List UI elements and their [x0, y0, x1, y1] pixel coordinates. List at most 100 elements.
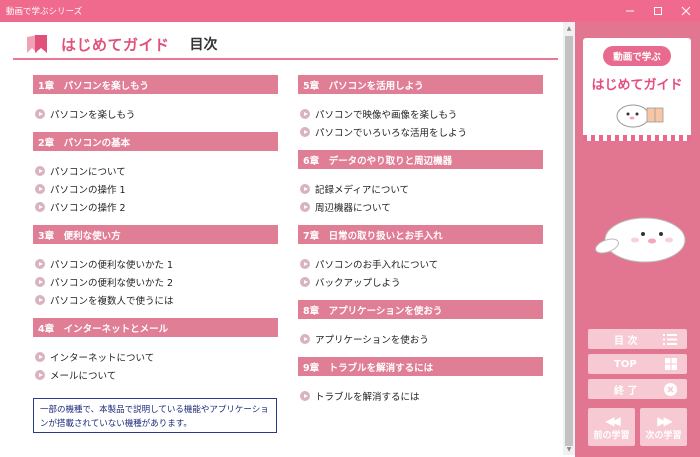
top-button[interactable]: TOP [588, 354, 687, 374]
toc-item[interactable]: 周辺機器について [298, 198, 543, 216]
toc-left-column: 1章 パソコンを楽しもう パソコンを楽しもう 2章 パソコンの基本 パソコンにつ… [33, 75, 278, 393]
prev-lesson-label: 前の学習 [593, 430, 630, 441]
chapter-group: 8章 アプリケーションを使おう アプリケーションを使おう [298, 300, 543, 348]
next-lesson-label: 次の学習 [645, 430, 682, 441]
chapter-heading[interactable]: 8章 アプリケーションを使おう [298, 300, 543, 319]
chapter-heading[interactable]: 5章 パソコンを活用しよう [298, 75, 543, 94]
toc-item-label: バックアップしよう [315, 278, 401, 289]
play-bullet-icon [35, 109, 45, 119]
page-title: はじめてガイド [61, 35, 170, 54]
toc-item[interactable]: パソコンについて [33, 162, 278, 180]
toc-item-label: 周辺機器について [315, 203, 391, 214]
toc-item[interactable]: インターネットについて [33, 348, 278, 366]
play-bullet-icon [300, 259, 310, 269]
top-button-label: TOP [614, 358, 637, 370]
toc-item[interactable]: パソコンの操作 1 [33, 180, 278, 198]
toc-item[interactable]: パソコンでいろいろな活用をしよう [298, 123, 543, 141]
play-bullet-icon [300, 127, 310, 137]
toc-item[interactable]: トラブルを解消するには [298, 387, 543, 405]
toc-item-label: パソコンの操作 2 [50, 203, 126, 214]
toc-item-label: パソコンの便利な使いかた 1 [50, 260, 174, 271]
chapter-group: 2章 パソコンの基本 パソコンについて パソコンの操作 1 パソコンの操作 2 [33, 132, 278, 216]
close-button[interactable] [672, 0, 700, 22]
toc-item[interactable]: バックアップしよう [298, 273, 543, 291]
app-logo: 動画で学ぶ はじめてガイド [583, 38, 691, 141]
toc-item-label: パソコンを楽しもう [50, 110, 136, 121]
play-bullet-icon [35, 202, 45, 212]
play-bullet-icon [35, 352, 45, 362]
page-header: はじめてガイド 目次 [13, 30, 558, 60]
toc-item-label: パソコンを複数人で使うには [50, 296, 174, 307]
scroll-down-icon[interactable]: ▼ [563, 443, 575, 455]
minimize-icon [626, 10, 634, 12]
chapter-group: 7章 日常の取り扱いとお手入れ パソコンのお手入れについて バックアップしよう [298, 225, 543, 291]
play-bullet-icon [35, 259, 45, 269]
window-title: 動画で学ぶシリーズ [6, 7, 83, 17]
toc-button[interactable]: 目 次 [588, 329, 687, 349]
prev-lesson-button[interactable]: ◀◀ 前の学習 [588, 408, 635, 446]
play-bullet-icon [300, 202, 310, 212]
close-circle-icon [664, 382, 677, 396]
toc-item[interactable]: パソコンの便利な使いかた 2 [33, 273, 278, 291]
play-bullet-icon [300, 109, 310, 119]
vertical-scrollbar[interactable]: ▲ ▼ [563, 22, 575, 455]
chapter-heading[interactable]: 9章 トラブルを解消するには [298, 357, 543, 376]
toc-item-label: トラブルを解消するには [315, 392, 420, 403]
bookmark-icon [25, 33, 55, 55]
toc-item[interactable]: メールについて [33, 366, 278, 384]
toc-item-label: パソコンでいろいろな活用をしよう [315, 128, 468, 139]
chapter-heading[interactable]: 1章 パソコンを楽しもう [33, 75, 278, 94]
toc-item[interactable]: パソコンの操作 2 [33, 198, 278, 216]
chapter-group: 1章 パソコンを楽しもう パソコンを楽しもう [33, 75, 278, 123]
chapter-group: 3章 便利な使い方 パソコンの便利な使いかた 1 パソコンの便利な使いかた 2 … [33, 225, 278, 309]
toc-item-label: パソコンについて [50, 167, 126, 178]
toc-item[interactable]: パソコンを複数人で使うには [33, 291, 278, 309]
window-titlebar: 動画で学ぶシリーズ [0, 0, 700, 22]
toc-item[interactable]: アプリケーションを使おう [298, 330, 543, 348]
list-icon [663, 333, 677, 345]
toc-item-label: パソコンのお手入れについて [315, 260, 439, 271]
play-bullet-icon [35, 184, 45, 194]
chapter-group: 6章 データのやり取りと周辺機器 記録メディアについて 周辺機器について [298, 150, 543, 216]
minimize-button[interactable] [616, 0, 644, 22]
toc-item-label: 記録メディアについて [315, 185, 410, 196]
toc-item-label: パソコンで映像や画像を楽しもう [315, 110, 458, 121]
fast-forward-icon: ▶▶ [657, 413, 673, 428]
toc-item[interactable]: 記録メディアについて [298, 180, 543, 198]
chapter-heading[interactable]: 6章 データのやり取りと周辺機器 [298, 150, 543, 169]
exit-button[interactable]: 終 了 [588, 379, 687, 399]
chapter-heading[interactable]: 2章 パソコンの基本 [33, 132, 278, 151]
chapter-group: 4章 インターネットとメール インターネットについて メールについて [33, 318, 278, 384]
toc-item-label: パソコンの便利な使いかた 2 [50, 278, 174, 289]
toc-item[interactable]: パソコンを楽しもう [33, 105, 278, 123]
play-bullet-icon [300, 184, 310, 194]
toc-item[interactable]: パソコンの便利な使いかた 1 [33, 255, 278, 273]
mascot-icon [595, 217, 686, 263]
scroll-up-icon[interactable]: ▲ [563, 22, 575, 34]
sidebar-panel: 動画で学ぶ はじめてガイド 目 次 TOP 終 了 ◀◀ 前の学習 ▶▶ 次の学… [575, 22, 700, 457]
logo-stripes [583, 135, 691, 141]
mascot-reading-icon [616, 104, 664, 128]
toc-item-label: メールについて [50, 371, 117, 382]
scrollbar-thumb[interactable] [565, 36, 573, 446]
toc-item-label: パソコンの操作 1 [50, 185, 126, 196]
chapter-heading[interactable]: 3章 便利な使い方 [33, 225, 278, 244]
logo-title: はじめてガイド [591, 78, 683, 93]
close-icon [681, 6, 691, 16]
toc-button-label: 目 次 [614, 335, 638, 347]
play-bullet-icon [300, 277, 310, 287]
main-content: はじめてガイド 目次 1章 パソコンを楽しもう パソコンを楽しもう 2章 パソコ… [1, 22, 563, 455]
exit-button-label: 終 了 [614, 385, 638, 397]
page-subtitle: 目次 [189, 37, 218, 53]
chapter-heading[interactable]: 4章 インターネットとメール [33, 318, 278, 337]
maximize-icon [654, 7, 662, 15]
logo-tagline: 動画で学ぶ [603, 46, 671, 66]
chapter-heading[interactable]: 7章 日常の取り扱いとお手入れ [298, 225, 543, 244]
chapter-group: 5章 パソコンを活用しよう パソコンで映像や画像を楽しもう パソコンでいろいろな… [298, 75, 543, 141]
toc-item[interactable]: パソコンのお手入れについて [298, 255, 543, 273]
windows-icon [665, 358, 677, 370]
toc-item[interactable]: パソコンで映像や画像を楽しもう [298, 105, 543, 123]
maximize-button[interactable] [644, 0, 672, 22]
play-bullet-icon [35, 295, 45, 305]
next-lesson-button[interactable]: ▶▶ 次の学習 [640, 408, 687, 446]
